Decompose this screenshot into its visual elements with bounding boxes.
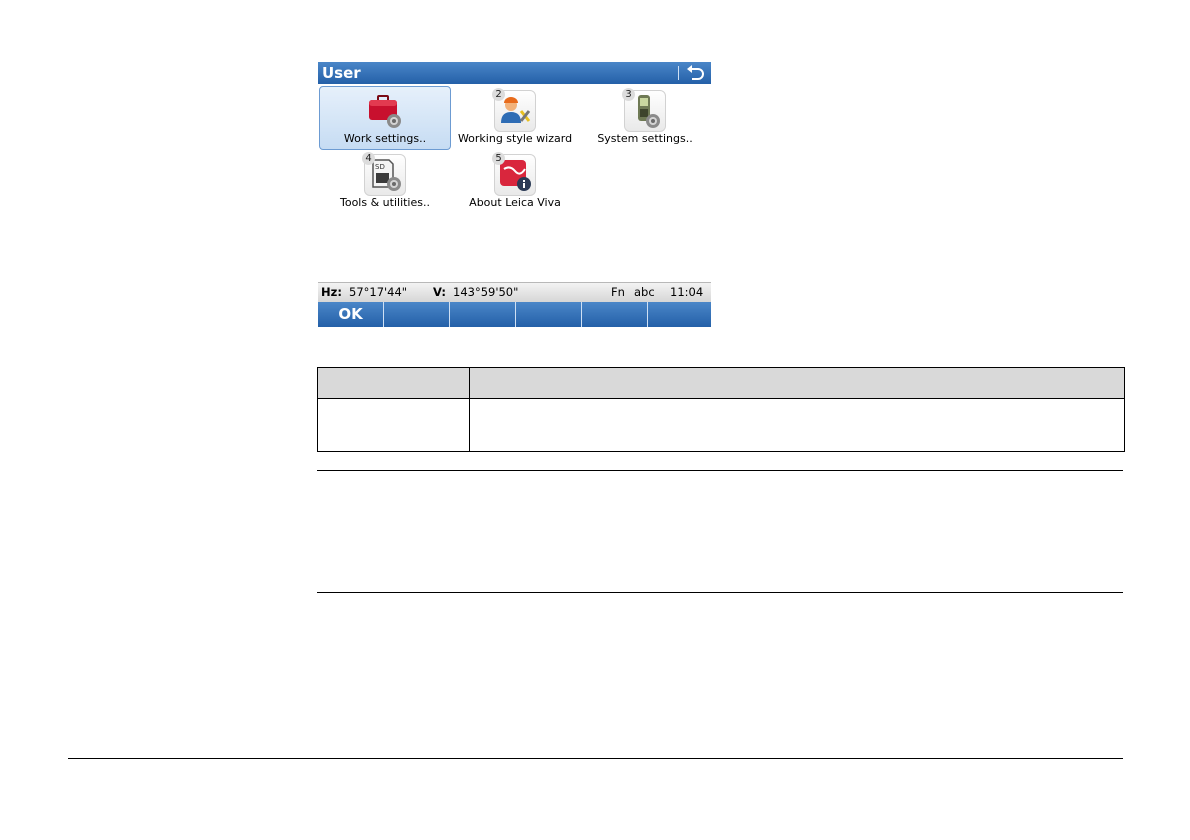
title-separator <box>678 66 679 80</box>
softkey-5[interactable] <box>582 302 648 327</box>
screen-title: User <box>322 64 361 82</box>
tile-number-badge: 3 <box>622 88 635 101</box>
status-bar: Hz: 57°17'44" V: 143°59'50" Fn abc 11:04 <box>318 282 711 302</box>
tile-tools-utilities[interactable]: 4 SD Tools & utilities.. <box>319 150 451 214</box>
viva-info-icon: 5 <box>492 152 536 196</box>
tile-label: Working style wizard <box>457 132 573 145</box>
softkey-ok[interactable]: OK <box>318 302 384 327</box>
svg-text:SD: SD <box>375 163 385 171</box>
section-rule-top <box>317 470 1123 471</box>
tile-label: System settings.. <box>597 132 693 145</box>
softkey-4[interactable] <box>516 302 582 327</box>
briefcase-gear-icon <box>364 91 404 131</box>
fn-indicator: Fn <box>611 285 625 299</box>
hz-label: Hz: <box>321 285 342 299</box>
tile-about-leica-viva[interactable]: 5 About Leica Viva <box>449 150 581 214</box>
tile-label: About Leica Viva <box>469 196 561 209</box>
tile-label: Work settings.. <box>343 132 427 145</box>
sd-card-gear-icon: 4 SD <box>362 152 406 196</box>
instrument-gear-icon: 3 <box>622 88 666 132</box>
user-wizard-icon: 2 <box>492 88 536 132</box>
key-description-table <box>317 367 1125 452</box>
device-screen: User Work settings.. 2 Working style wiz… <box>318 62 711 327</box>
softkey-bar: OK <box>318 302 711 327</box>
footer-rule <box>68 758 1123 759</box>
tile-number-badge: 5 <box>492 152 505 165</box>
back-arrow-icon[interactable] <box>684 63 706 83</box>
tile-number-badge: 4 <box>362 152 375 165</box>
table-header-row <box>318 368 1124 399</box>
tile-label: Tools & utilities.. <box>340 196 430 209</box>
clock: 11:04 <box>670 285 704 299</box>
input-mode-indicator: abc <box>634 285 655 299</box>
softkey-2[interactable] <box>384 302 450 327</box>
title-bar: User <box>318 62 711 84</box>
softkey-6[interactable] <box>648 302 711 327</box>
softkey-3[interactable] <box>450 302 516 327</box>
v-value: 143°59'50" <box>453 285 519 299</box>
tile-system-settings[interactable]: 3 System settings.. <box>579 86 711 150</box>
tile-work-settings[interactable]: Work settings.. <box>319 86 451 150</box>
tile-number-badge: 2 <box>492 88 505 101</box>
v-label: V: <box>433 285 446 299</box>
tile-working-style-wizard[interactable]: 2 Working style wizard <box>449 86 581 150</box>
table-column-divider <box>469 368 470 451</box>
section-rule-bottom <box>317 592 1123 593</box>
hz-value: 57°17'44" <box>349 285 408 299</box>
